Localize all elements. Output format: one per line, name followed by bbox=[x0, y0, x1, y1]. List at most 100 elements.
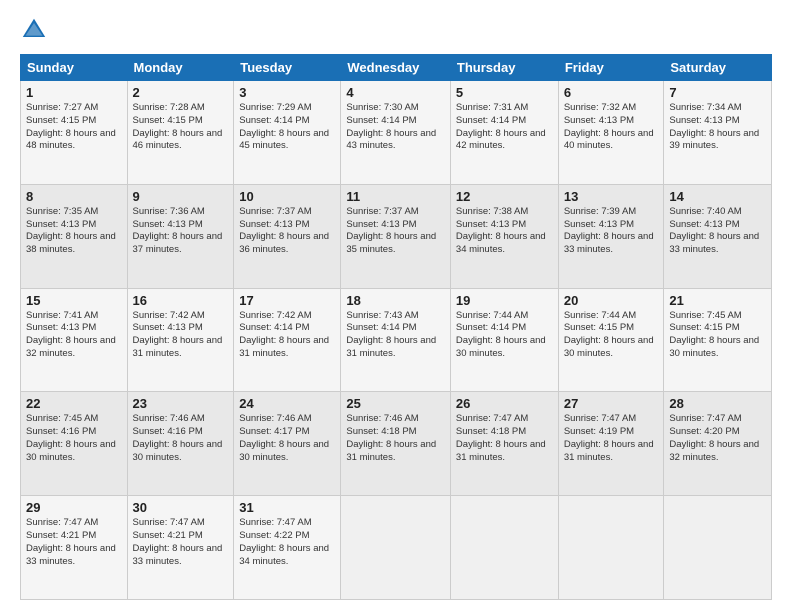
cell-info: Sunrise: 7:46 AM Sunset: 4:16 PM Dayligh… bbox=[133, 413, 229, 464]
week-row-4: 29 Sunrise: 7:47 AM Sunset: 4:21 PM Dayli… bbox=[21, 496, 772, 600]
day-number: 31 bbox=[239, 500, 335, 515]
cell-info: Sunrise: 7:43 AM Sunset: 4:14 PM Dayligh… bbox=[346, 310, 445, 361]
cell-info: Sunrise: 7:39 AM Sunset: 4:13 PM Dayligh… bbox=[564, 206, 659, 257]
day-number: 22 bbox=[26, 396, 122, 411]
cell-1-0: 8 Sunrise: 7:35 AM Sunset: 4:13 PM Daylig… bbox=[21, 184, 128, 288]
cell-1-5: 13 Sunrise: 7:39 AM Sunset: 4:13 PM Dayli… bbox=[558, 184, 664, 288]
cell-info: Sunrise: 7:44 AM Sunset: 4:15 PM Dayligh… bbox=[564, 310, 659, 361]
cell-info: Sunrise: 7:47 AM Sunset: 4:20 PM Dayligh… bbox=[669, 413, 766, 464]
cell-info: Sunrise: 7:28 AM Sunset: 4:15 PM Dayligh… bbox=[133, 102, 229, 153]
cell-info: Sunrise: 7:29 AM Sunset: 4:14 PM Dayligh… bbox=[239, 102, 335, 153]
cell-info: Sunrise: 7:36 AM Sunset: 4:13 PM Dayligh… bbox=[133, 206, 229, 257]
logo-icon bbox=[20, 16, 48, 44]
header-row: Sunday Monday Tuesday Wednesday Thursday… bbox=[21, 55, 772, 81]
cell-0-2: 3 Sunrise: 7:29 AM Sunset: 4:14 PM Daylig… bbox=[234, 81, 341, 185]
cell-1-6: 14 Sunrise: 7:40 AM Sunset: 4:13 PM Dayli… bbox=[664, 184, 772, 288]
cell-3-4: 26 Sunrise: 7:47 AM Sunset: 4:18 PM Dayli… bbox=[450, 392, 558, 496]
day-number: 3 bbox=[239, 85, 335, 100]
day-number: 15 bbox=[26, 293, 122, 308]
cell-1-2: 10Sunrise: 7:37 AM Sunset: 4:13 PM Dayli… bbox=[234, 184, 341, 288]
day-number: 8 bbox=[26, 189, 122, 204]
cell-info: Sunrise: 7:42 AM Sunset: 4:13 PM Dayligh… bbox=[133, 310, 229, 361]
logo bbox=[20, 16, 52, 44]
cell-4-2: 31 Sunrise: 7:47 AM Sunset: 4:22 PM Dayli… bbox=[234, 496, 341, 600]
cell-info: Sunrise: 7:44 AM Sunset: 4:14 PM Dayligh… bbox=[456, 310, 553, 361]
cell-info: Sunrise: 7:47 AM Sunset: 4:18 PM Dayligh… bbox=[456, 413, 553, 464]
day-number: 2 bbox=[133, 85, 229, 100]
cell-info: Sunrise: 7:31 AM Sunset: 4:14 PM Dayligh… bbox=[456, 102, 553, 153]
cell-info: Sunrise: 7:35 AM Sunset: 4:13 PM Dayligh… bbox=[26, 206, 122, 257]
cell-info: Sunrise: 7:41 AM Sunset: 4:13 PM Dayligh… bbox=[26, 310, 122, 361]
cell-2-0: 15 Sunrise: 7:41 AM Sunset: 4:13 PM Dayli… bbox=[21, 288, 128, 392]
cell-2-2: 17 Sunrise: 7:42 AM Sunset: 4:14 PM Dayli… bbox=[234, 288, 341, 392]
cell-0-1: 2 Sunrise: 7:28 AM Sunset: 4:15 PM Daylig… bbox=[127, 81, 234, 185]
day-number: 4 bbox=[346, 85, 445, 100]
cell-info: Sunrise: 7:47 AM Sunset: 4:22 PM Dayligh… bbox=[239, 517, 335, 568]
cell-info: Sunrise: 7:45 AM Sunset: 4:15 PM Dayligh… bbox=[669, 310, 766, 361]
cell-0-5: 6 Sunrise: 7:32 AM Sunset: 4:13 PM Daylig… bbox=[558, 81, 664, 185]
day-number: 17 bbox=[239, 293, 335, 308]
day-number: 13 bbox=[564, 189, 659, 204]
day-number: 6 bbox=[564, 85, 659, 100]
cell-info: Sunrise: 7:47 AM Sunset: 4:21 PM Dayligh… bbox=[26, 517, 122, 568]
cell-4-1: 30Sunrise: 7:47 AM Sunset: 4:21 PM Dayli… bbox=[127, 496, 234, 600]
cell-info: Sunrise: 7:47 AM Sunset: 4:19 PM Dayligh… bbox=[564, 413, 659, 464]
cell-2-4: 19Sunrise: 7:44 AM Sunset: 4:14 PM Dayli… bbox=[450, 288, 558, 392]
cell-4-0: 29 Sunrise: 7:47 AM Sunset: 4:21 PM Dayli… bbox=[21, 496, 128, 600]
day-number: 11 bbox=[346, 189, 445, 204]
day-number: 27 bbox=[564, 396, 659, 411]
cell-info: Sunrise: 7:37 AM Sunset: 4:13 PM Dayligh… bbox=[239, 206, 335, 257]
cell-info: Sunrise: 7:30 AM Sunset: 4:14 PM Dayligh… bbox=[346, 102, 445, 153]
col-wednesday: Wednesday bbox=[341, 55, 451, 81]
cell-2-6: 21 Sunrise: 7:45 AM Sunset: 4:15 PM Dayli… bbox=[664, 288, 772, 392]
calendar: Sunday Monday Tuesday Wednesday Thursday… bbox=[20, 54, 772, 600]
day-number: 30 bbox=[133, 500, 229, 515]
col-saturday: Saturday bbox=[664, 55, 772, 81]
col-sunday: Sunday bbox=[21, 55, 128, 81]
cell-3-1: 23Sunrise: 7:46 AM Sunset: 4:16 PM Dayli… bbox=[127, 392, 234, 496]
cell-4-4 bbox=[450, 496, 558, 600]
cell-info: Sunrise: 7:46 AM Sunset: 4:18 PM Dayligh… bbox=[346, 413, 445, 464]
day-number: 21 bbox=[669, 293, 766, 308]
week-row-0: 1 Sunrise: 7:27 AM Sunset: 4:15 PM Daylig… bbox=[21, 81, 772, 185]
day-number: 5 bbox=[456, 85, 553, 100]
cell-info: Sunrise: 7:32 AM Sunset: 4:13 PM Dayligh… bbox=[564, 102, 659, 153]
cell-info: Sunrise: 7:27 AM Sunset: 4:15 PM Dayligh… bbox=[26, 102, 122, 153]
cell-4-5 bbox=[558, 496, 664, 600]
day-number: 16 bbox=[133, 293, 229, 308]
day-number: 20 bbox=[564, 293, 659, 308]
cell-3-6: 28 Sunrise: 7:47 AM Sunset: 4:20 PM Dayli… bbox=[664, 392, 772, 496]
col-tuesday: Tuesday bbox=[234, 55, 341, 81]
day-number: 1 bbox=[26, 85, 122, 100]
cell-1-4: 12Sunrise: 7:38 AM Sunset: 4:13 PM Dayli… bbox=[450, 184, 558, 288]
cell-0-4: 5 Sunrise: 7:31 AM Sunset: 4:14 PM Daylig… bbox=[450, 81, 558, 185]
cell-0-3: 4 Sunrise: 7:30 AM Sunset: 4:14 PM Daylig… bbox=[341, 81, 451, 185]
cell-3-0: 22 Sunrise: 7:45 AM Sunset: 4:16 PM Dayli… bbox=[21, 392, 128, 496]
cell-info: Sunrise: 7:46 AM Sunset: 4:17 PM Dayligh… bbox=[239, 413, 335, 464]
day-number: 12 bbox=[456, 189, 553, 204]
header bbox=[20, 16, 772, 44]
day-number: 24 bbox=[239, 396, 335, 411]
cell-info: Sunrise: 7:42 AM Sunset: 4:14 PM Dayligh… bbox=[239, 310, 335, 361]
week-row-2: 15 Sunrise: 7:41 AM Sunset: 4:13 PM Dayli… bbox=[21, 288, 772, 392]
cell-info: Sunrise: 7:45 AM Sunset: 4:16 PM Dayligh… bbox=[26, 413, 122, 464]
cell-1-3: 11 Sunrise: 7:37 AM Sunset: 4:13 PM Dayli… bbox=[341, 184, 451, 288]
day-number: 9 bbox=[133, 189, 229, 204]
col-friday: Friday bbox=[558, 55, 664, 81]
cell-4-3 bbox=[341, 496, 451, 600]
cell-2-3: 18Sunrise: 7:43 AM Sunset: 4:14 PM Dayli… bbox=[341, 288, 451, 392]
cell-3-5: 27 Sunrise: 7:47 AM Sunset: 4:19 PM Dayli… bbox=[558, 392, 664, 496]
cell-0-0: 1 Sunrise: 7:27 AM Sunset: 4:15 PM Daylig… bbox=[21, 81, 128, 185]
day-number: 14 bbox=[669, 189, 766, 204]
cell-info: Sunrise: 7:40 AM Sunset: 4:13 PM Dayligh… bbox=[669, 206, 766, 257]
day-number: 26 bbox=[456, 396, 553, 411]
col-monday: Monday bbox=[127, 55, 234, 81]
cell-3-2: 24 Sunrise: 7:46 AM Sunset: 4:17 PM Dayli… bbox=[234, 392, 341, 496]
cell-info: Sunrise: 7:37 AM Sunset: 4:13 PM Dayligh… bbox=[346, 206, 445, 257]
day-number: 28 bbox=[669, 396, 766, 411]
cell-2-5: 20 Sunrise: 7:44 AM Sunset: 4:15 PM Dayli… bbox=[558, 288, 664, 392]
cell-0-6: 7Sunrise: 7:34 AM Sunset: 4:13 PM Daylig… bbox=[664, 81, 772, 185]
day-number: 25 bbox=[346, 396, 445, 411]
day-number: 29 bbox=[26, 500, 122, 515]
cell-2-1: 16 Sunrise: 7:42 AM Sunset: 4:13 PM Dayli… bbox=[127, 288, 234, 392]
